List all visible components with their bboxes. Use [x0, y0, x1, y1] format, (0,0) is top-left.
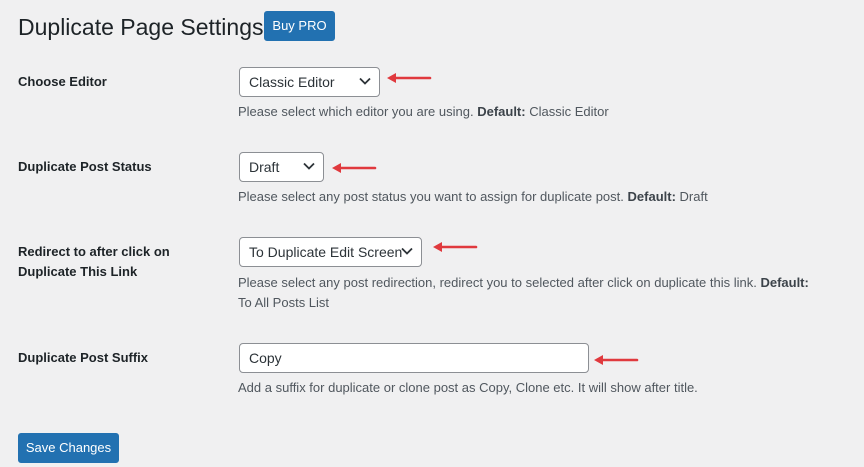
editor-description: Please select which editor you are using…: [238, 104, 609, 119]
red-arrow-icon: [594, 355, 639, 365]
post-suffix-input[interactable]: Copy: [239, 343, 589, 373]
red-arrow-icon: [433, 242, 478, 252]
redirect-label: Redirect to after click on Duplicate Thi…: [18, 242, 170, 282]
chevron-down-icon: [401, 247, 413, 255]
post-suffix-label: Duplicate Post Suffix: [18, 350, 149, 365]
page-title: Duplicate Page Settings: [18, 14, 264, 40]
post-suffix-value: Copy: [249, 350, 282, 366]
choose-editor-label: Choose Editor: [18, 74, 107, 89]
post-status-select-value: Draft: [249, 159, 280, 175]
redirect-label-line1: Redirect to after click on: [18, 244, 170, 259]
post-status-select[interactable]: Draft: [239, 152, 324, 182]
chevron-down-icon: [303, 162, 315, 170]
red-arrow-icon: [387, 73, 432, 83]
red-arrow-icon: [332, 163, 377, 173]
redirect-select[interactable]: To Duplicate Edit Screen: [239, 237, 422, 267]
redirect-description: Please select any post redirection, redi…: [238, 275, 809, 310]
post-suffix-description: Add a suffix for duplicate or clone post…: [238, 380, 698, 395]
post-status-description: Please select any post status you want t…: [238, 189, 708, 204]
editor-select-value: Classic Editor: [249, 74, 335, 90]
editor-select[interactable]: Classic Editor: [239, 67, 380, 97]
save-changes-button[interactable]: Save Changes: [18, 433, 119, 463]
post-status-label: Duplicate Post Status: [18, 159, 152, 174]
chevron-down-icon: [359, 77, 371, 85]
redirect-label-line2: Duplicate This Link: [18, 264, 138, 279]
buy-pro-button[interactable]: Buy PRO: [264, 11, 335, 41]
redirect-select-value: To Duplicate Edit Screen: [249, 244, 403, 260]
